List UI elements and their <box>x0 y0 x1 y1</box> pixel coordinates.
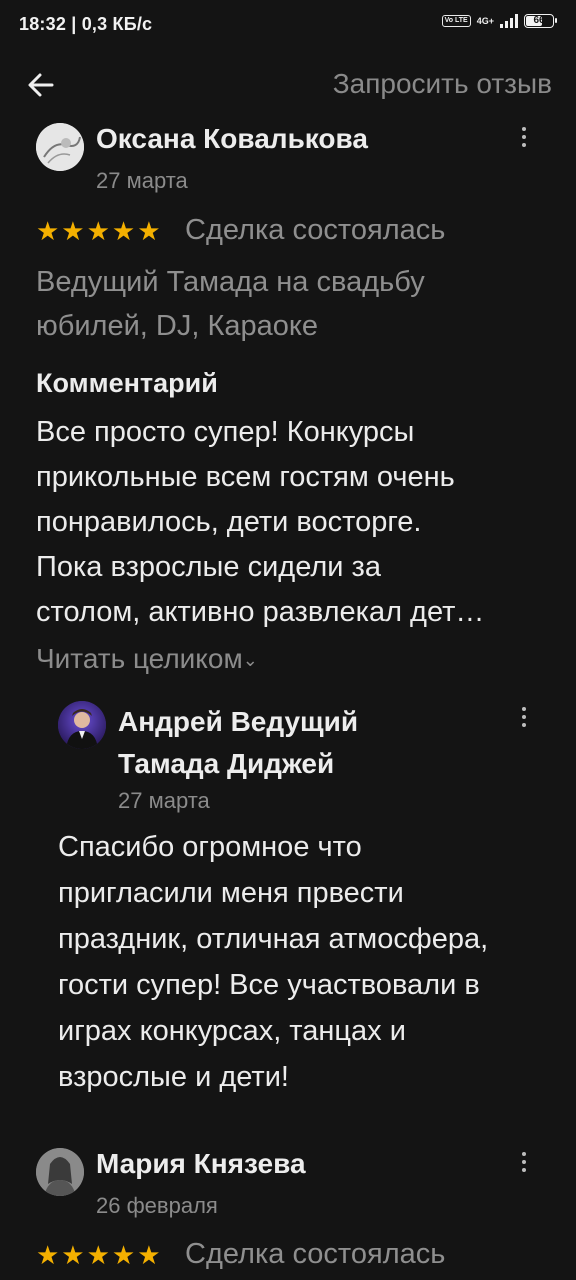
comment-text: Все просто супер! Конкурсы прикольные вс… <box>36 416 485 628</box>
chevron-down-icon: ⌄ <box>242 650 258 671</box>
review-date: 26 февраля <box>96 1193 218 1218</box>
review-author-name[interactable]: Оксана Ковалькова <box>96 123 368 155</box>
more-vertical-icon[interactable] <box>512 1149 536 1179</box>
more-vertical-icon[interactable] <box>512 124 536 154</box>
deal-status: Сделка состоялась <box>185 1238 446 1270</box>
status-icons: Vo LTE 4G+ 66 <box>441 14 557 28</box>
reply-text: Спасибо огромное что пригласили меня прв… <box>58 831 489 1093</box>
top-app-bar: Запросить отзыв <box>0 52 576 116</box>
avatar[interactable] <box>36 1148 84 1196</box>
status-bar: 18:32 | 0,3 КБ/с Vo LTE 4G+ 66 <box>0 0 576 52</box>
avatar[interactable] <box>58 701 106 749</box>
avatar[interactable] <box>36 123 84 171</box>
status-time: 18:32 | 0,3 КБ/с <box>19 14 153 34</box>
battery-level: 66 <box>533 15 545 26</box>
request-review-button[interactable]: Запросить отзыв <box>333 68 552 100</box>
service-title[interactable]: Ведущий Тамада на свадьбу юбилей, DJ, Ка… <box>36 260 536 348</box>
volte-icon: Vo LTE <box>441 15 471 27</box>
comment-heading: Комментарий <box>36 368 218 398</box>
reply-author-name[interactable]: Андрей Ведущий Тамада Диджей <box>118 701 358 785</box>
deal-status: Сделка состоялась <box>185 214 446 246</box>
rating-stars: ★★★★★ <box>36 216 163 246</box>
read-more-link[interactable]: Читать целиком⌄ <box>36 643 258 675</box>
battery-icon: 66 <box>524 14 557 28</box>
more-vertical-icon[interactable] <box>512 704 536 734</box>
arrow-left-icon[interactable] <box>22 65 62 105</box>
network-type: 4G+ <box>476 15 494 26</box>
reply-date: 27 марта <box>118 788 210 813</box>
review-author-name[interactable]: Мария Князева <box>96 1148 306 1180</box>
rating-stars: ★★★★★ <box>36 1240 163 1270</box>
signal-icon <box>500 14 518 28</box>
review-date: 27 марта <box>96 168 188 193</box>
